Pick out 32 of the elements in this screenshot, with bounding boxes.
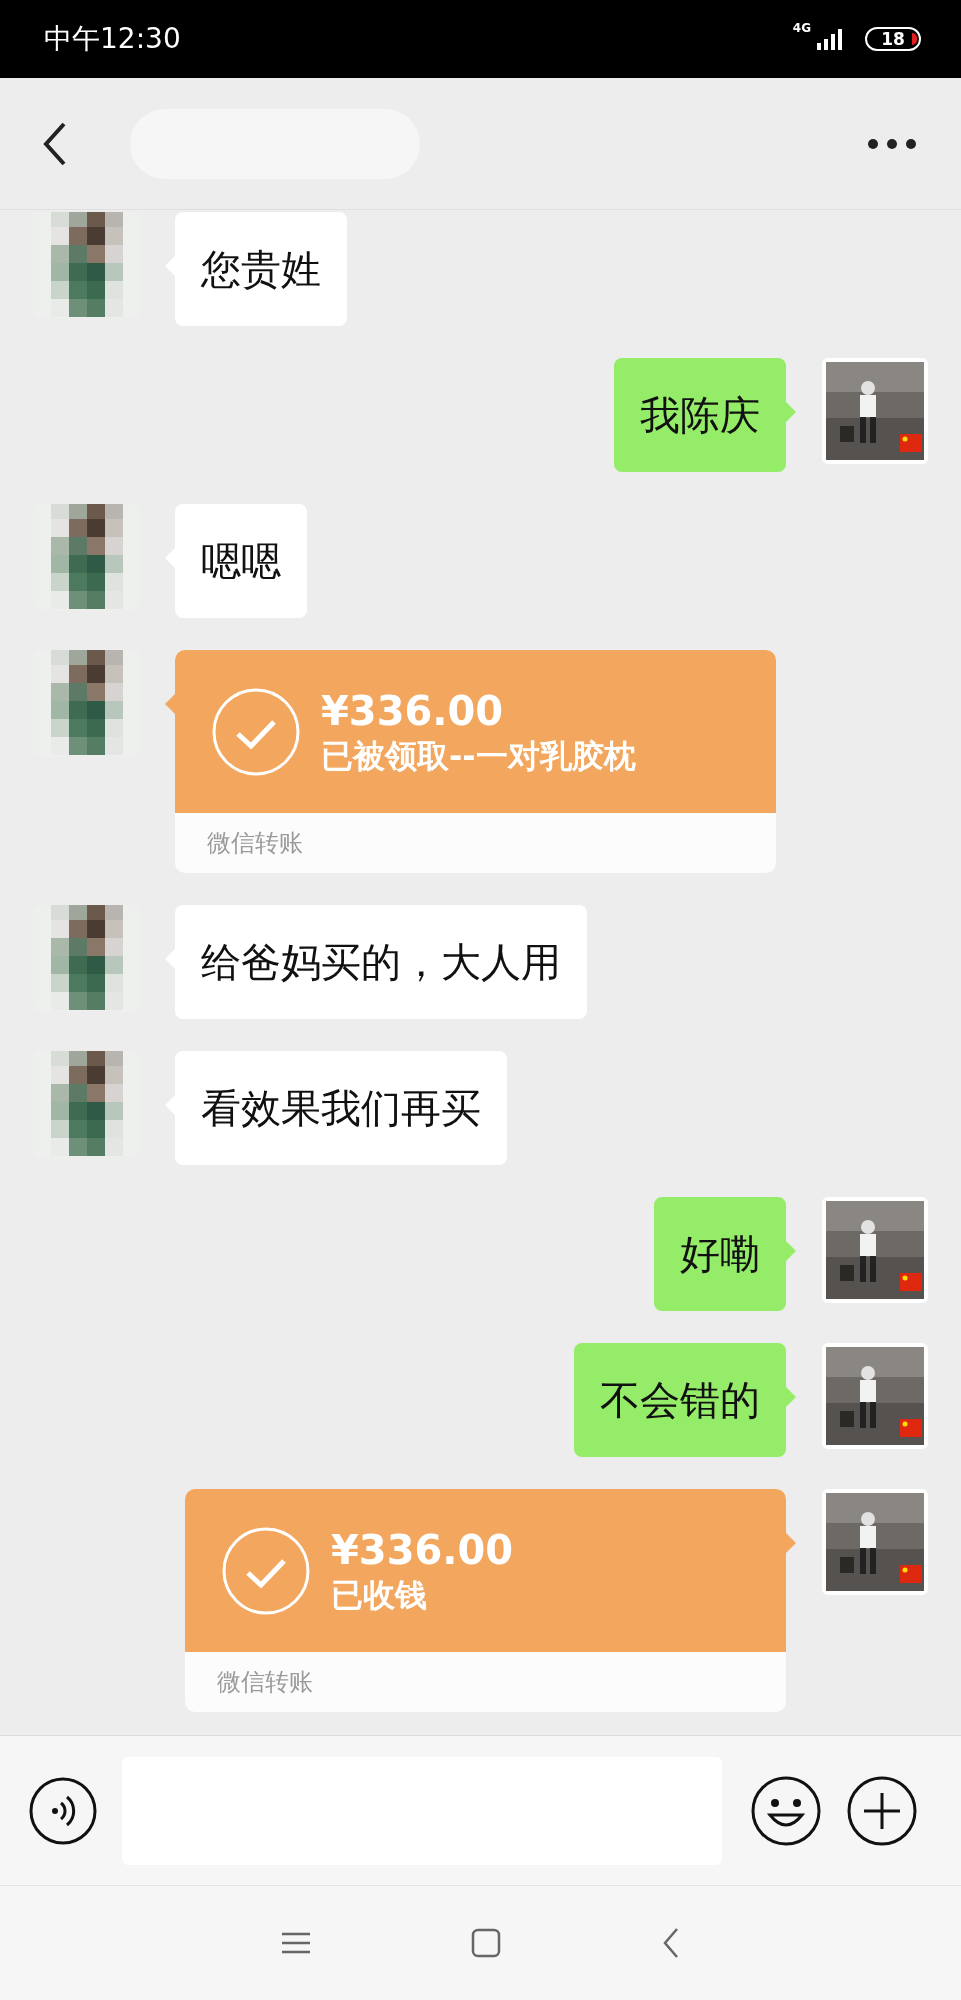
message-bubble: 看效果我们再买 [175,1051,507,1165]
network-label: 4G [792,21,811,35]
battery-fill [912,33,917,45]
battery-level: 18 [881,29,905,49]
transfer-footer: 微信转账 [185,1652,786,1712]
signal-icon [815,27,845,51]
transfer-card[interactable]: ¥336.00 已收钱 微信转账 [185,1489,786,1712]
transfer-card[interactable]: ¥336.00 已被领取--一对乳胶枕 微信转账 [175,650,776,873]
voice-icon[interactable] [28,1775,98,1846]
message-bubble: 不会错的 [574,1343,786,1457]
emoji-icon[interactable] [750,1774,822,1847]
message-bubble: 您贵姓 [175,212,347,326]
plus-icon[interactable] [846,1774,918,1847]
home-icon[interactable] [470,1928,501,1958]
transfer-status: 已被领取--一对乳胶枕 [321,735,636,777]
transfer-amount: ¥336.00 [321,686,505,735]
more-icon[interactable] [867,137,917,150]
menu-icon[interactable] [280,1931,311,1955]
transfer-amount: ¥336.00 [331,1525,514,1574]
bubble-tail [786,1241,796,1261]
transfer-status: 已收钱 [331,1574,428,1616]
status-time: 中午12:30 [44,21,181,57]
check-circle-icon [221,1525,311,1616]
message-bubble: 好嘞 [654,1197,786,1311]
bubble-tail [786,1387,796,1407]
check-circle-icon [211,686,301,777]
message-bubble: 我陈庆 [614,358,786,472]
bubble-tail [786,1533,796,1553]
message-bubble: 嗯嗯 [175,504,307,618]
bubble-tail [786,402,796,422]
message-bubble: 给爸妈买的，大人用 [175,905,587,1019]
transfer-footer: 微信转账 [175,813,776,873]
